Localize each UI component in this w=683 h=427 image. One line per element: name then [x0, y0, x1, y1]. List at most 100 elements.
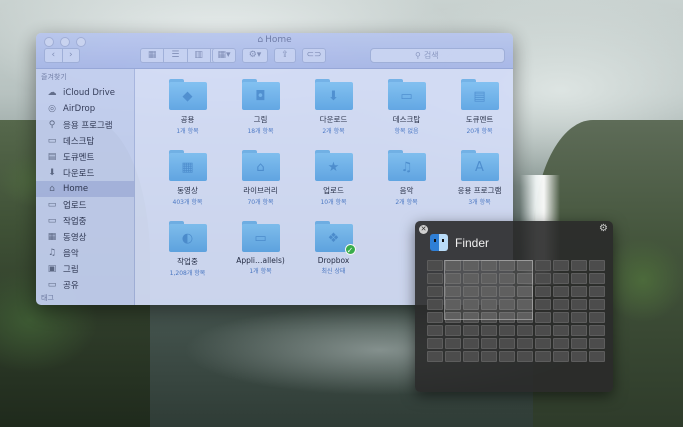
folder-item[interactable]: ⌂ 라이브러리 70개 항목 [224, 146, 297, 209]
hud-grid-cell[interactable] [535, 325, 551, 336]
sidebar-item[interactable]: ◎ AirDrop [36, 101, 134, 117]
hud-grid-cell[interactable] [427, 260, 443, 271]
hud-grid-cell[interactable] [553, 299, 569, 310]
hud-grid-cell[interactable] [427, 286, 443, 297]
hud-grid-cell[interactable] [535, 260, 551, 271]
hud-grid-cell[interactable] [553, 325, 569, 336]
window-title: ⌂ Home [36, 35, 513, 45]
hud-grid-cell[interactable] [589, 260, 605, 271]
folder-item[interactable]: ◐ 작업중 1,208개 항목 [151, 217, 224, 280]
folder-item[interactable]: ▤ 도큐멘트 20개 항목 [443, 75, 513, 138]
hud-grid-cell[interactable] [517, 351, 533, 362]
hud-grid-cell[interactable] [463, 351, 479, 362]
hud-grid-cell[interactable] [571, 299, 587, 310]
folder-label: Appli…allels) [236, 256, 285, 265]
folder-item[interactable]: ★ 업로드 10개 항목 [297, 146, 370, 209]
folder-item[interactable]: ▭ 데스크탑 항목 없음 [370, 75, 443, 138]
hud-grid-cell[interactable] [427, 299, 443, 310]
downloads-folder-icon: ⬇ [328, 88, 339, 104]
hud-grid-cell[interactable] [499, 338, 515, 349]
hud-grid-cell[interactable] [427, 351, 443, 362]
hud-grid-cell[interactable] [589, 325, 605, 336]
hud-grid-cell[interactable] [535, 312, 551, 323]
sidebar-item[interactable]: ▭ 업로드 [36, 197, 134, 213]
search-field[interactable]: ⚲ 검색 [370, 48, 505, 63]
hud-grid-cell[interactable] [463, 325, 479, 336]
sidebar-item[interactable]: ♫ 음악 [36, 245, 134, 261]
hud-grid-cell[interactable] [535, 286, 551, 297]
hud-grid-cell[interactable] [553, 286, 569, 297]
hud-grid-cell[interactable] [571, 286, 587, 297]
hud-grid-cell[interactable] [571, 260, 587, 271]
hud-grid-cell[interactable] [553, 351, 569, 362]
hud-grid-cell[interactable] [427, 273, 443, 284]
hud-grid-cell[interactable] [535, 273, 551, 284]
icon-view-icon[interactable]: ▦ [141, 49, 163, 62]
sidebar-item[interactable]: ⌂ Home [36, 181, 134, 197]
sidebar-item[interactable]: ▭ 데스크탑 [36, 133, 134, 149]
hud-grid-cell[interactable] [427, 312, 443, 323]
sidebar-item[interactable]: ▭ 공유 [36, 277, 134, 293]
hud-grid-cell[interactable] [571, 351, 587, 362]
folder-item[interactable]: ▦ 동영상 403개 항목 [151, 146, 224, 209]
arrange-menu-button[interactable]: ▦▾ [212, 48, 236, 63]
hud-grid-cell[interactable] [571, 338, 587, 349]
sidebar-item[interactable]: ▣ 그림 [36, 261, 134, 277]
hud-grid-cell[interactable] [427, 325, 443, 336]
hud-grid-cell[interactable] [445, 351, 461, 362]
hud-grid-cell[interactable] [499, 351, 515, 362]
hud-grid-cell[interactable] [589, 273, 605, 284]
folder-item[interactable]: ❖ ✓ Dropbox 최신 상태 [297, 217, 370, 280]
hud-grid-cell[interactable] [463, 338, 479, 349]
hud-grid-cell[interactable] [571, 325, 587, 336]
sidebar-item[interactable]: ▭ 작업중 [36, 213, 134, 229]
sidebar-item[interactable]: ▤ 도큐멘트 [36, 149, 134, 165]
folder-item[interactable]: ◘ 그림 18개 항목 [224, 75, 297, 138]
hud-grid-cell[interactable] [535, 338, 551, 349]
movies-icon: ▦ [47, 232, 57, 242]
sidebar-item[interactable]: ☁ iCloud Drive [36, 85, 134, 101]
hud-grid-cell[interactable] [589, 312, 605, 323]
hud-grid-cell[interactable] [445, 338, 461, 349]
sidebar-list: ☁ iCloud Drive ◎ AirDrop ⚲ 응용 프로그램 ▭ 데스크탑 ▤ 도큐멘트 ⬇… [36, 85, 134, 293]
hud-grid-cell[interactable] [481, 351, 497, 362]
gear-icon[interactable]: ⚙ [599, 223, 608, 234]
tags-button[interactable]: ⊂⊃ [302, 48, 326, 63]
folder-item[interactable]: ♫ 음악 2개 항목 [370, 146, 443, 209]
hud-grid-cell[interactable] [553, 312, 569, 323]
column-view-icon[interactable]: ▥ [186, 49, 210, 62]
sidebar-item[interactable]: ⬇ 다운로드 [36, 165, 134, 181]
hud-grid-cell[interactable] [517, 325, 533, 336]
list-view-icon[interactable]: ☰ [163, 49, 186, 62]
hud-grid-cell[interactable] [571, 312, 587, 323]
hud-grid-cell[interactable] [445, 325, 461, 336]
sidebar-item[interactable]: ⚲ 응용 프로그램 [36, 117, 134, 133]
sidebar-item[interactable]: ▦ 동영상 [36, 229, 134, 245]
hud-grid-cell[interactable] [427, 338, 443, 349]
folder-item[interactable]: A 응용 프로그램 3개 항목 [443, 146, 513, 209]
hud-grid-cell[interactable] [535, 351, 551, 362]
hud-grid-cell[interactable] [553, 260, 569, 271]
share-button[interactable]: ⇪ [274, 48, 296, 63]
hud-grid-cell[interactable] [553, 338, 569, 349]
hud-grid-cell[interactable] [499, 325, 515, 336]
folder-label: 공용 [180, 115, 195, 124]
desktop-folder-icon: ▭ [400, 88, 413, 104]
hud-grid-cell[interactable] [517, 338, 533, 349]
hud-grid-cell[interactable] [589, 351, 605, 362]
hud-grid-cell[interactable] [589, 338, 605, 349]
back-arrow-icon[interactable]: ‹ [45, 49, 62, 62]
folder-item[interactable]: ⬇ 다운로드 2개 항목 [297, 75, 370, 138]
hud-grid-cell[interactable] [571, 273, 587, 284]
forward-arrow-icon[interactable]: › [61, 49, 80, 62]
hud-grid-cell[interactable] [535, 299, 551, 310]
action-gear-button[interactable]: ⚙▾ [242, 48, 268, 63]
hud-grid-cell[interactable] [589, 299, 605, 310]
hud-grid-cell[interactable] [553, 273, 569, 284]
close-icon[interactable]: ✕ [419, 225, 428, 234]
hud-grid-cell[interactable] [589, 286, 605, 297]
folder-item[interactable]: ▭ Appli…allels) 1개 항목 [224, 217, 297, 280]
hud-grid-cell[interactable] [481, 325, 497, 336]
folder-item[interactable]: ◆ 공용 1개 항목 [151, 75, 224, 138]
hud-grid-cell[interactable] [481, 338, 497, 349]
